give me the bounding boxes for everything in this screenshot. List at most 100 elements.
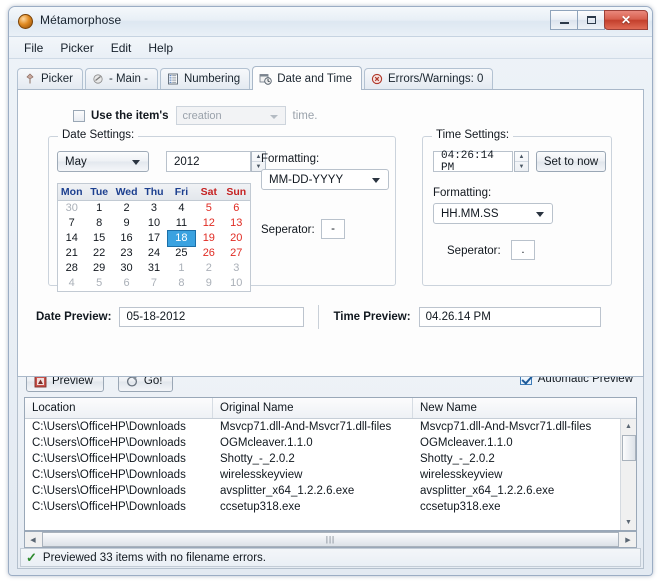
calendar-day[interactable]: 12 (195, 216, 222, 231)
cell-new-name: OGMcleaver.1.1.0 (413, 437, 636, 449)
calendar-day[interactable]: 25 (168, 246, 195, 261)
calendar-day[interactable]: 4 (58, 276, 85, 291)
time-formatting-dropdown[interactable]: HH.MM.SS (433, 203, 553, 224)
tab-picker[interactable]: Picker (17, 68, 83, 89)
calendar-weekday-mon: Mon (58, 184, 85, 201)
date-settings-group: Date Settings: May 2012 ▲ ▼ MonTueWedThu… (48, 136, 396, 286)
calendar-day[interactable]: 31 (140, 261, 167, 276)
time-spin-up-icon[interactable]: ▲ (515, 152, 528, 162)
tab-errors-warnings[interactable]: Errors/Warnings: 0 (364, 68, 493, 89)
menu-item-picker[interactable]: Picker (52, 39, 101, 57)
calendar-day[interactable]: 6 (113, 276, 140, 291)
column-header-original-name[interactable]: Original Name (213, 398, 413, 418)
calendar-day[interactable]: 20 (223, 231, 250, 246)
calendar-day[interactable]: 8 (168, 276, 195, 291)
month-value: May (65, 156, 87, 168)
calendar-day[interactable]: 9 (195, 276, 222, 291)
set-to-now-button[interactable]: Set to now (536, 151, 606, 172)
calendar-day[interactable]: 27 (223, 246, 250, 261)
menu-item-file[interactable]: File (16, 39, 51, 57)
table-row[interactable]: C:\Users\OfficeHP\Downloadswirelesskeyvi… (25, 467, 636, 483)
time-preview-field[interactable]: 04.26.14 PM (419, 307, 601, 327)
calendar-day[interactable]: 2 (195, 261, 222, 276)
table-row[interactable]: C:\Users\OfficeHP\Downloadsccsetup318.ex… (25, 499, 636, 515)
calendar-day[interactable]: 22 (85, 246, 112, 261)
table-row[interactable]: C:\Users\OfficeHP\DownloadsOGMcleaver.1.… (25, 435, 636, 451)
calendar-day[interactable]: 14 (58, 231, 85, 246)
calendar-day[interactable]: 9 (113, 216, 140, 231)
calendar-day[interactable]: 11 (168, 216, 195, 231)
calendar-day[interactable]: 7 (140, 276, 167, 291)
calendar-day[interactable]: 5 (195, 201, 222, 216)
time-separator-input[interactable]: . (511, 240, 535, 260)
calendar-day[interactable]: 13 (223, 216, 250, 231)
calendar-day[interactable]: 3 (223, 261, 250, 276)
file-list-horizontal-scrollbar[interactable]: ◀ ||| ▶ (24, 531, 637, 548)
column-header-location[interactable]: Location (25, 398, 213, 418)
cell-location: C:\Users\OfficeHP\Downloads (25, 469, 213, 481)
column-header-new-name[interactable]: New Name (413, 398, 636, 418)
calendar[interactable]: MonTueWedThuFriSatSun 301234567891011121… (57, 183, 251, 292)
calendar-day[interactable]: 10 (223, 276, 250, 291)
calendar-day[interactable]: 21 (58, 246, 85, 261)
menu-item-edit[interactable]: Edit (103, 39, 140, 57)
calendar-day[interactable]: 28 (58, 261, 85, 276)
calendar-day[interactable]: 1 (168, 261, 195, 276)
scroll-up-icon[interactable]: ▲ (625, 419, 632, 434)
calendar-day[interactable]: 26 (195, 246, 222, 261)
calendar-day[interactable]: 8 (85, 216, 112, 231)
calendar-day[interactable]: 19 (195, 231, 222, 246)
table-row[interactable]: C:\Users\OfficeHP\Downloadsavsplitter_x6… (25, 483, 636, 499)
scroll-right-icon[interactable]: ▶ (620, 532, 636, 547)
use-item-time-checkbox[interactable] (73, 110, 85, 122)
scroll-down-icon[interactable]: ▼ (625, 515, 632, 530)
calendar-day[interactable]: 4 (168, 201, 195, 216)
minimize-icon (560, 22, 569, 24)
calendar-day[interactable]: 17 (140, 231, 167, 246)
calendar-day[interactable]: 6 (223, 201, 250, 216)
item-time-type-dropdown[interactable]: creation (176, 106, 286, 125)
item-time-type-value: creation (183, 110, 222, 122)
tab-main[interactable]: - Main - (85, 68, 158, 89)
calendar-day[interactable]: 5 (85, 276, 112, 291)
calendar-day[interactable]: 16 (113, 231, 140, 246)
file-list-vertical-scrollbar[interactable]: ▲ ▼ (620, 419, 636, 530)
table-row[interactable]: C:\Users\OfficeHP\DownloadsMsvcp71.dll-A… (25, 419, 636, 435)
calendar-day[interactable]: 7 (58, 216, 85, 231)
tab-numbering[interactable]: Numbering (160, 68, 250, 89)
table-row[interactable]: C:\Users\OfficeHP\DownloadsShotty_-_2.0.… (25, 451, 636, 467)
file-list-body[interactable]: C:\Users\OfficeHP\DownloadsMsvcp71.dll-A… (25, 419, 636, 530)
horizontal-scroll-thumb[interactable]: ||| (42, 532, 619, 547)
calendar-day[interactable]: 10 (140, 216, 167, 231)
calendar-day[interactable]: 15 (85, 231, 112, 246)
maximize-button[interactable] (577, 10, 605, 30)
numbering-icon (167, 73, 179, 85)
calendar-day[interactable]: 24 (140, 246, 167, 261)
cell-location: C:\Users\OfficeHP\Downloads (25, 421, 213, 433)
menu-item-help[interactable]: Help (140, 39, 181, 57)
month-dropdown[interactable]: May (57, 151, 149, 172)
date-formatting-dropdown[interactable]: MM-DD-YYYY (261, 169, 389, 190)
minimize-button[interactable] (550, 10, 578, 30)
calendar-day[interactable]: 29 (85, 261, 112, 276)
scroll-left-icon[interactable]: ◀ (25, 532, 41, 547)
calendar-day[interactable]: 3 (140, 201, 167, 216)
year-input[interactable]: 2012 (166, 151, 251, 172)
close-button[interactable]: ✕ (604, 10, 648, 30)
calendar-day[interactable]: 1 (85, 201, 112, 216)
time-input[interactable]: 04:26:14 PM (433, 151, 513, 172)
date-preview-field[interactable]: 05-18-2012 (119, 307, 304, 327)
calendar-day[interactable]: 23 (113, 246, 140, 261)
calendar-day[interactable]: 30 (113, 261, 140, 276)
calendar-day[interactable]: 30 (58, 201, 85, 216)
time-spinner[interactable]: ▲ ▼ (514, 151, 529, 172)
time-formatting-label: Formatting: (433, 187, 491, 199)
time-spin-down-icon[interactable]: ▼ (515, 162, 528, 171)
cell-original-name: avsplitter_x64_1.2.2.6.exe (213, 485, 413, 497)
date-separator-input[interactable]: - (321, 219, 345, 239)
calendar-day-selected[interactable]: 18 (168, 231, 195, 246)
tab-date-and-time[interactable]: Date and Time (252, 66, 362, 90)
vertical-scroll-thumb[interactable] (622, 435, 636, 461)
calendar-day[interactable]: 2 (113, 201, 140, 216)
check-icon: ✓ (26, 551, 37, 564)
